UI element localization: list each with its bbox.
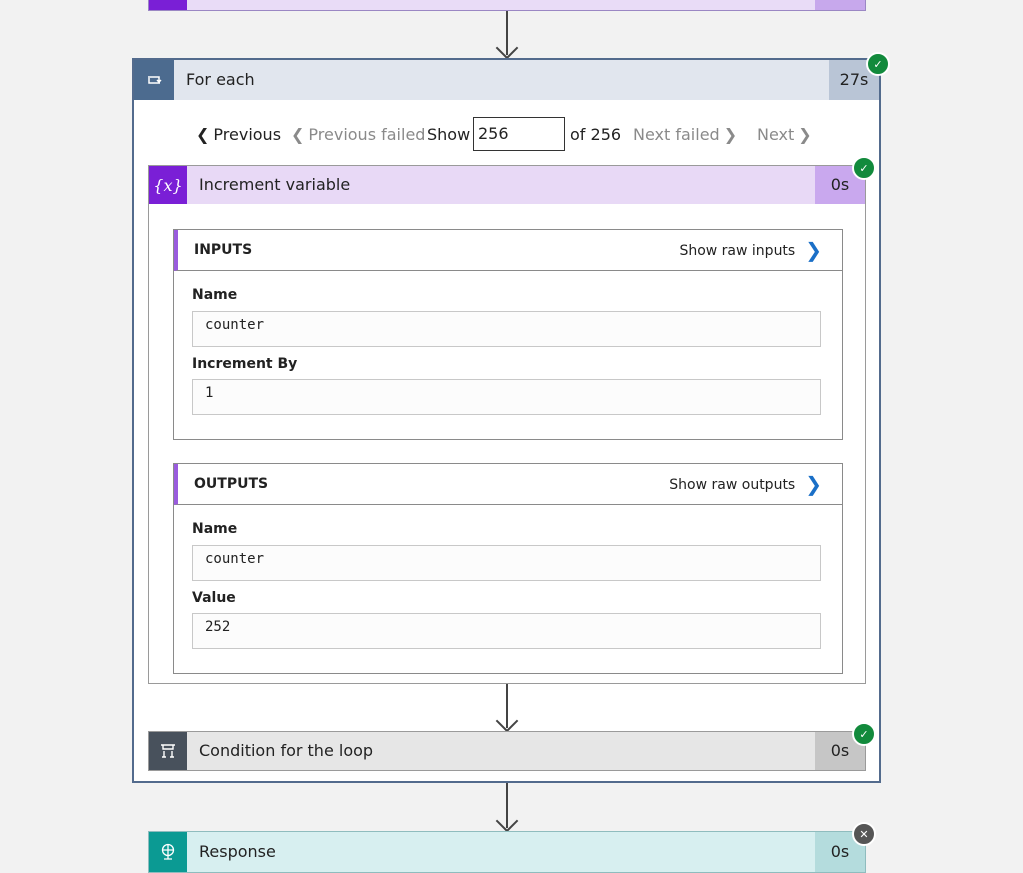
for-each-header[interactable]: For each 27s [134, 60, 879, 100]
previous-label: Previous [213, 125, 282, 144]
variable-icon: {x} [149, 166, 187, 204]
increment-variable-card: {x} Increment variable 0s INPUTS Show ra… [148, 165, 866, 684]
previous-failed-button[interactable]: ❮ Previous failed [287, 126, 425, 144]
previous-step-card[interactable] [148, 0, 866, 11]
output-name-label: Name [192, 521, 238, 537]
show-raw-inputs-link[interactable]: Show raw inputs ❯ [679, 230, 822, 271]
increment-variable-title: Increment variable [199, 175, 351, 194]
chevron-right-icon: ❯ [805, 472, 822, 496]
input-increment-by-value: 1 [192, 379, 821, 415]
page-number-input[interactable]: 256 [473, 117, 565, 151]
chevron-right-icon: ❯ [798, 125, 812, 144]
loop-icon [134, 60, 174, 100]
inputs-section: INPUTS Show raw inputs ❯ Name counter Inc… [173, 229, 843, 440]
inputs-title: INPUTS [194, 242, 253, 258]
input-increment-by-label: Increment By [192, 356, 298, 372]
next-button[interactable]: Next ❯ [757, 126, 816, 144]
show-raw-inputs-label: Show raw inputs [679, 243, 796, 259]
previous-step-icon [149, 0, 187, 10]
output-value-label: Value [192, 590, 236, 606]
input-name-label: Name [192, 287, 238, 303]
chevron-right-icon: ❯ [805, 238, 822, 262]
for-each-success-check-icon: ✓ [866, 52, 890, 76]
show-raw-outputs-label: Show raw outputs [669, 477, 796, 493]
for-each-title: For each [186, 70, 255, 89]
next-failed-button[interactable]: Next failed ❯ [633, 126, 741, 144]
outputs-header: OUTPUTS Show raw outputs ❯ [174, 464, 842, 505]
show-label: Show [427, 125, 471, 144]
increment-variable-success-check-icon: ✓ [852, 156, 876, 180]
previous-button[interactable]: ❮ Previous [192, 126, 281, 144]
chevron-left-icon: ❮ [196, 125, 210, 144]
response-card[interactable]: Response 0s [148, 831, 866, 873]
condition-title: Condition for the loop [199, 741, 374, 760]
previous-step-duration [815, 0, 865, 10]
connector-arrow-icon [495, 36, 519, 60]
next-failed-label: Next failed [633, 125, 720, 144]
response-title: Response [199, 842, 276, 861]
previous-failed-label: Previous failed [308, 125, 426, 144]
globe-icon [149, 832, 187, 872]
output-name-value: counter [192, 545, 821, 581]
outputs-title: OUTPUTS [194, 476, 269, 492]
condition-card[interactable]: Condition for the loop 0s [148, 731, 866, 771]
response-failed-x-icon: ✕ [852, 822, 876, 846]
next-label: Next [757, 125, 795, 144]
inputs-header: INPUTS Show raw inputs ❯ [174, 230, 842, 271]
increment-variable-header[interactable]: {x} Increment variable 0s [149, 166, 865, 204]
condition-icon [149, 732, 187, 770]
output-value-value: 252 [192, 613, 821, 649]
page-count-label: of 256 [570, 125, 622, 144]
connector-arrow-icon [495, 809, 519, 833]
show-raw-outputs-link[interactable]: Show raw outputs ❯ [669, 464, 822, 505]
outputs-section: OUTPUTS Show raw outputs ❯ Name counter V… [173, 463, 843, 674]
chevron-left-icon: ❮ [291, 125, 305, 144]
condition-success-check-icon: ✓ [852, 722, 876, 746]
input-name-value: counter [192, 311, 821, 347]
chevron-right-icon: ❯ [723, 125, 738, 144]
